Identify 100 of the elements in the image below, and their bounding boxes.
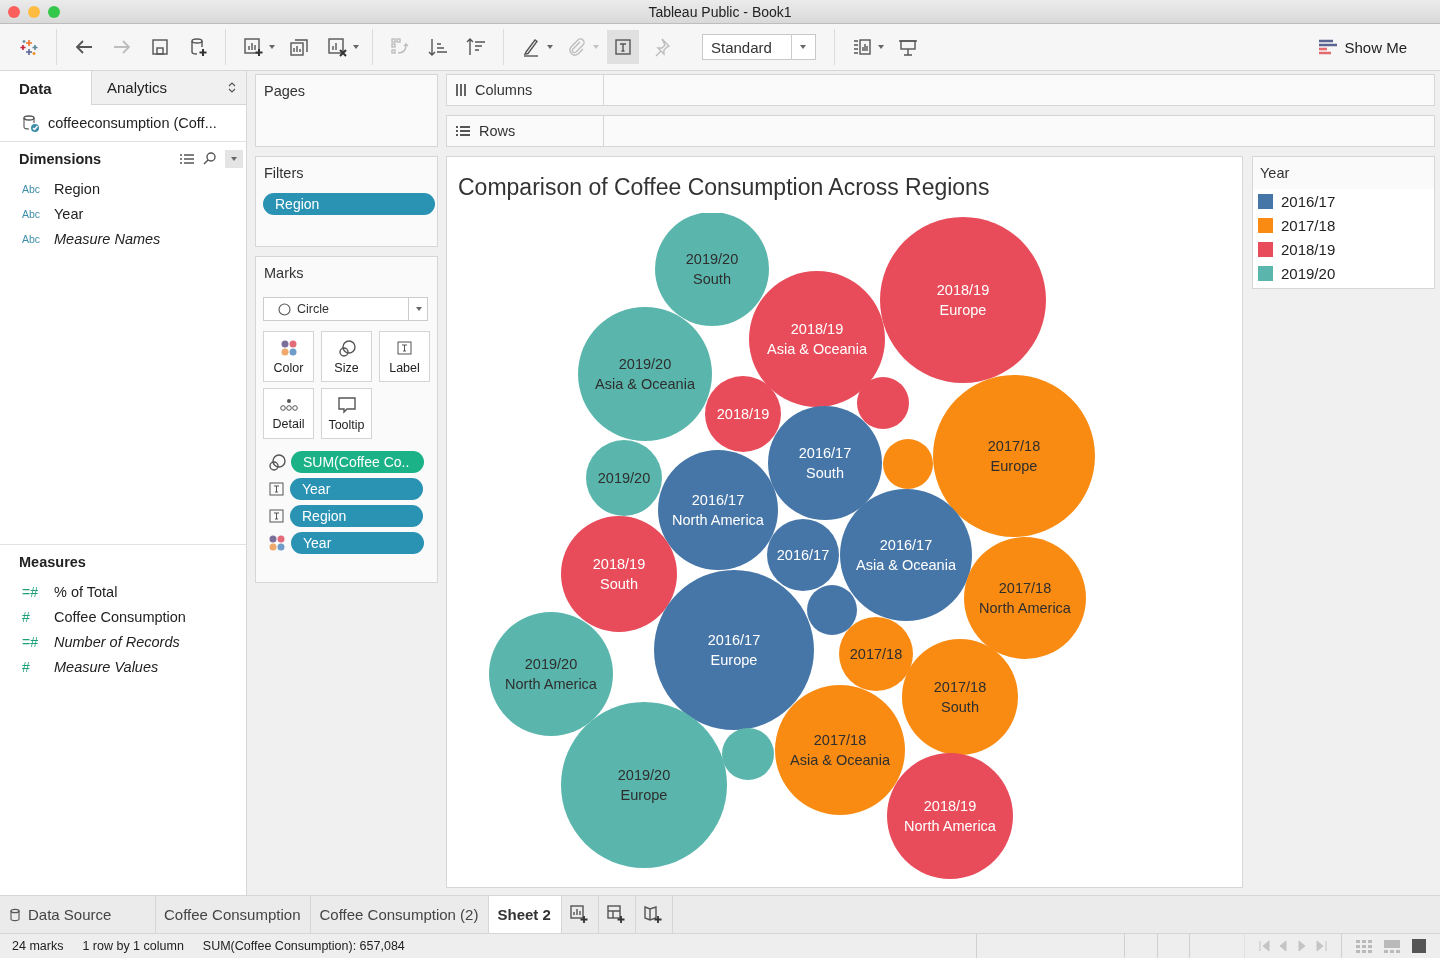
legend-label: 2016/17 <box>1281 192 1336 210</box>
bubble[interactable] <box>655 213 769 326</box>
chart-title: Comparison of Coffee Consumption Across Regions <box>458 173 990 201</box>
field-type-label: =# <box>22 633 39 650</box>
bubble-label: 2016/17 South <box>798 445 852 481</box>
bubble[interactable] <box>807 585 857 635</box>
caret-icon <box>352 43 360 51</box>
marks-card-button[interactable]: Tooltip <box>321 388 372 439</box>
field-item[interactable]: # Measure Values <box>0 654 247 679</box>
speech-bubble-icon <box>336 395 357 414</box>
datasource-icon <box>21 113 40 133</box>
bubble-label: 2018/19 <box>716 406 770 422</box>
chart-plus-icon <box>570 905 590 924</box>
columns-icon <box>455 83 467 97</box>
presentation-icon <box>898 37 918 57</box>
sort-descending-icon <box>466 37 486 57</box>
shelf-label: Rows <box>479 123 516 139</box>
bubble[interactable] <box>489 612 613 736</box>
field-pill[interactable]: Year <box>290 478 423 500</box>
marks-card-button[interactable]: Size <box>321 331 372 382</box>
field-type-label: # <box>22 658 31 675</box>
status-text: 1 row by 1 column <box>82 939 184 953</box>
legend-label: 2018/19 <box>1281 240 1336 258</box>
circles-icon <box>337 338 356 357</box>
updown-icon <box>228 82 237 93</box>
sort-ascending-icon <box>428 37 448 57</box>
bubble[interactable] <box>586 440 662 516</box>
circle-icon <box>278 302 291 316</box>
bubble[interactable] <box>705 376 781 452</box>
marks-card-button[interactable]: Detail <box>263 388 314 439</box>
bubble[interactable] <box>933 375 1095 537</box>
text-box-icon <box>268 507 285 525</box>
section-title: Dimensions <box>19 151 102 167</box>
rows-shelf[interactable]: Rows <box>446 115 1435 147</box>
status-text: 24 marks <box>12 939 64 953</box>
color-dots-icon <box>268 534 286 552</box>
field-item[interactable]: # Coffee Consumption <box>0 604 247 629</box>
bubble[interactable] <box>964 537 1086 659</box>
fit-dropdown[interactable]: Standard <box>702 34 816 60</box>
bubble[interactable] <box>658 450 778 570</box>
field-item[interactable]: =# % of Total <box>0 579 247 604</box>
bubble[interactable] <box>775 685 905 815</box>
caret-icon <box>268 43 276 51</box>
nav-arrow-icon <box>1316 940 1327 952</box>
field-item[interactable]: Abc Measure Names <box>0 226 247 251</box>
card-title: Marks <box>264 265 304 281</box>
bubble[interactable] <box>880 217 1046 383</box>
bubble-label: 2016/17 Europe <box>707 632 761 668</box>
pen-icon <box>521 37 541 57</box>
field-item[interactable]: Abc Year <box>0 201 247 226</box>
plus-cluster-icon <box>19 37 39 57</box>
caret-icon <box>546 43 554 51</box>
bubble[interactable] <box>857 377 909 429</box>
bubble[interactable] <box>654 570 814 730</box>
field-name: Year <box>54 205 84 222</box>
field-type-label: =# <box>22 583 39 600</box>
field-type-label: Abc <box>22 207 42 220</box>
caret-icon <box>230 155 239 163</box>
bubble-label: 2018/19 North America <box>904 798 996 834</box>
bubble[interactable] <box>578 307 712 441</box>
nav-arrow-icon <box>1278 940 1289 952</box>
text-box-icon <box>396 338 413 357</box>
field-item[interactable]: Abc Region <box>0 176 247 201</box>
square-icon <box>1412 939 1426 953</box>
bubble[interactable] <box>561 702 727 868</box>
marks-card-button[interactable]: Color <box>263 331 314 382</box>
bubble[interactable] <box>749 271 885 407</box>
menu-button[interactable] <box>225 150 244 168</box>
field-name: Measure Names <box>54 230 161 247</box>
datasource-name[interactable]: coffeeconsumption (Coff... <box>48 115 217 131</box>
bubble-label: 2017/18 <box>849 646 903 662</box>
field-pill[interactable]: Year <box>291 532 424 554</box>
pane-tab[interactable]: Analytics <box>91 71 247 105</box>
rows-icon <box>455 125 471 137</box>
bubble[interactable] <box>839 617 913 691</box>
sheet-tab[interactable]: Sheet 2 <box>489 896 562 933</box>
close-button[interactable] <box>8 5 20 18</box>
window-title: Tableau Public - Book1 <box>648 3 792 20</box>
bubble[interactable] <box>902 639 1018 755</box>
bubble-label: 2016/17 North America <box>672 492 764 528</box>
marks-card-button[interactable]: Label <box>379 331 430 382</box>
database-icon <box>10 907 20 922</box>
save-icon <box>150 37 170 57</box>
show-me-button[interactable]: Show Me <box>1318 30 1429 64</box>
bubble[interactable] <box>767 519 839 591</box>
columns-shelf[interactable]: Columns <box>446 74 1435 106</box>
show-labels-button[interactable] <box>607 30 639 64</box>
field-pill[interactable]: Region <box>263 193 435 215</box>
grid-plus-icon <box>607 905 627 924</box>
bubble-label: 2016/17 <box>776 547 830 563</box>
duplicate-chart-icon <box>289 37 309 57</box>
field-item[interactable]: =# Number of Records <box>0 629 247 654</box>
bubble[interactable] <box>768 406 882 520</box>
field-type-label: Abc <box>22 182 42 195</box>
field-pill[interactable]: Region <box>290 505 423 527</box>
bubble[interactable] <box>840 489 972 621</box>
paperclip-icon <box>567 37 587 57</box>
field-name: Coffee Consumption <box>54 608 186 625</box>
mark-type-dropdown[interactable]: Circle <box>263 297 428 321</box>
caret-icon <box>877 43 885 51</box>
